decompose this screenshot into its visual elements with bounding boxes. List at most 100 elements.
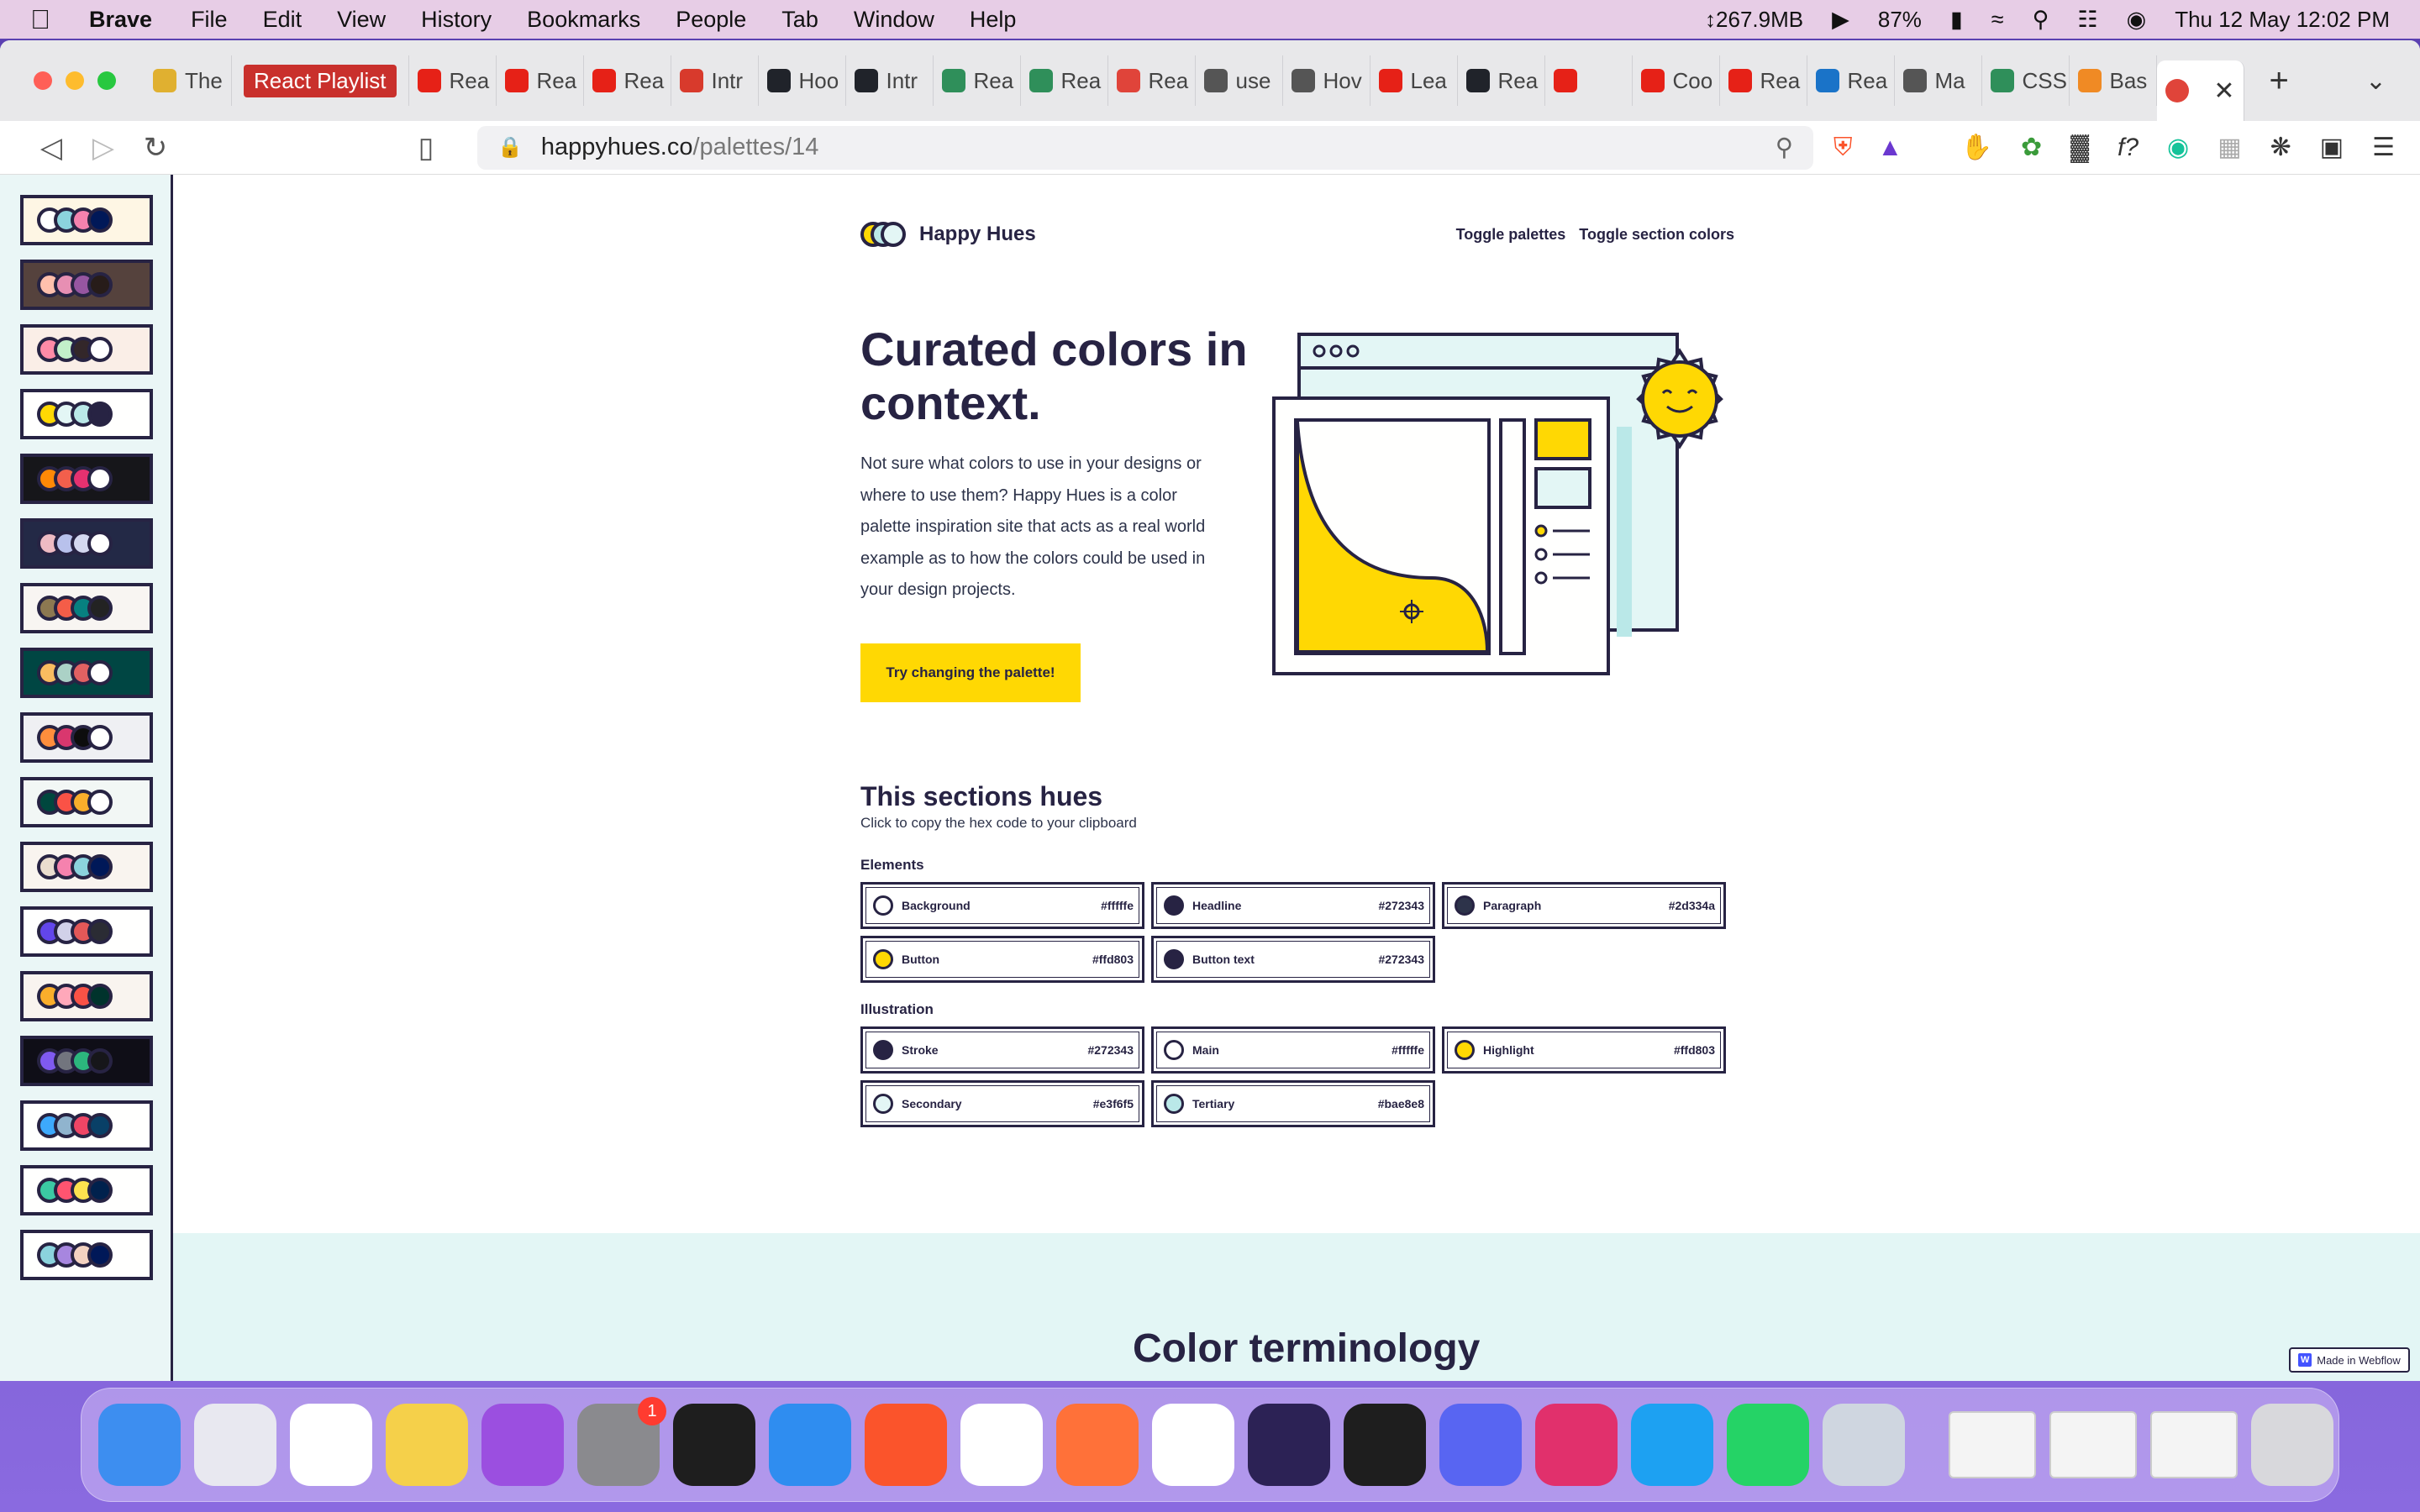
made-in-webflow-badge[interactable]: W Made in Webflow [2289,1347,2410,1373]
tab-item[interactable]: Intr [671,55,759,106]
extensions-puzzle-icon[interactable]: ❋ [2270,133,2291,162]
color-picker-extension-icon[interactable]: ✿ [2021,133,2042,162]
menu-tab[interactable]: Tab [781,7,818,33]
system-preferences-icon[interactable]: 1 [577,1397,666,1486]
tab-item[interactable]: Rea [1720,55,1807,106]
siri-icon[interactable]: ◉ [2127,7,2147,33]
twitter-icon[interactable] [1631,1404,1713,1486]
try-changing-palette-button[interactable]: Try changing the palette! [860,643,1081,702]
new-tab-button[interactable]: + [2270,62,2289,100]
tab-item[interactable]: Rea [584,55,671,106]
tab-item[interactable]: Rea [1021,55,1108,106]
menu-bookmarks[interactable]: Bookmarks [527,7,640,33]
fullscreen-window-button[interactable] [97,71,116,90]
bookmark-icon[interactable]: ▯ [400,131,452,165]
menu-view[interactable]: View [337,7,386,33]
tab-item[interactable]: Rea [497,55,584,106]
palette-swatch[interactable] [20,906,153,957]
palette-swatch[interactable] [20,518,153,569]
grid-extension-icon[interactable]: ▦ [2217,133,2241,162]
hue-chip[interactable]: Secondary #e3f6f5 [860,1080,1144,1127]
minimized-window-thumbnail[interactable] [1949,1411,2036,1478]
instagram-icon[interactable] [1535,1404,1618,1486]
battery-icon[interactable]: ▮ [1950,7,1963,33]
tab-item[interactable]: Rea [1458,55,1545,106]
palette-swatch[interactable] [20,712,153,763]
eclipse-icon[interactable] [1248,1404,1330,1486]
hue-chip[interactable]: Main #fffffe [1151,1026,1435,1074]
tab-item[interactable]: CSS [1982,55,2070,106]
spotlight-icon[interactable]: ⚲ [2033,7,2049,33]
chrome-icon[interactable] [960,1404,1043,1486]
palette-swatch[interactable] [20,389,153,439]
tab-item[interactable]: Rea [409,55,497,106]
hue-chip[interactable]: Button text #272343 [1151,936,1435,983]
minimize-window-button[interactable] [66,71,84,90]
hue-chip[interactable]: Stroke #272343 [860,1026,1144,1074]
preview-icon[interactable] [1823,1404,1905,1486]
menu-window[interactable]: Window [854,7,934,33]
clock[interactable]: Thu 12 May 12:02 PM [2175,7,2390,33]
hue-chip[interactable]: Button #ffd803 [860,936,1144,983]
menu-history[interactable]: History [421,7,492,33]
vscode-icon[interactable] [1152,1404,1234,1486]
palette-swatch[interactable] [20,648,153,698]
tab-happy-hues-active[interactable]: ✕ [2156,60,2244,121]
browser-menu-icon[interactable]: ☰ [2372,133,2395,162]
memory-status[interactable]: ↕267.9MB [1705,7,1803,33]
tab-item[interactable]: Intr [846,55,934,106]
terminal-icon[interactable] [1344,1404,1426,1486]
brave-shields-icon[interactable]: ⛨ [1833,134,1853,162]
tab-item[interactable]: Coo [1633,55,1720,106]
palette-swatch[interactable] [20,324,153,375]
zoom-icon[interactable]: ⚲ [1776,133,1793,162]
whatsapp-icon[interactable] [1727,1404,1809,1486]
palette-swatch[interactable] [20,842,153,892]
palette-swatch[interactable] [20,777,153,827]
grammarly-icon[interactable]: ◉ [2167,133,2189,162]
tab-item[interactable]: Ma [1895,55,1982,106]
tab-item[interactable]: Rea [934,55,1021,106]
minimized-window-thumbnail[interactable] [2049,1411,2137,1478]
discord-icon[interactable] [1439,1404,1522,1486]
now-playing-icon[interactable]: ▶ [1832,7,1849,33]
address-bar[interactable]: 🔒 happyhues.co /palettes/14 ⚲ [477,125,1813,170]
activity-monitor-icon[interactable] [673,1404,755,1486]
function-extension-icon[interactable]: f? [2118,134,2139,162]
tab-item[interactable]: use [1196,55,1283,106]
finder-icon[interactable] [98,1404,181,1486]
palette-swatch[interactable] [20,195,153,245]
toggle-section-colors-link[interactable]: Toggle section colors [1579,226,1734,244]
toggle-palettes-link[interactable]: Toggle palettes [1456,226,1566,244]
menu-help[interactable]: Help [970,7,1017,33]
brave-rewards-icon[interactable]: ▲ [1878,134,1903,162]
notes-icon[interactable] [386,1404,468,1486]
hue-chip[interactable]: Headline #272343 [1151,882,1435,929]
back-button[interactable]: ◁ [25,131,77,165]
tab-react-playlist[interactable]: React Playlist [232,55,409,106]
launchpad-icon[interactable] [194,1404,276,1486]
tab-search-chevron-icon[interactable]: ⌄ [2365,66,2386,96]
tab-item[interactable]: Rea [1108,55,1196,106]
brave-icon[interactable] [865,1404,947,1486]
site-logo[interactable]: Happy Hues [860,222,1036,247]
safari-icon[interactable] [769,1404,851,1486]
podcasts-icon[interactable] [481,1404,564,1486]
palette-swatch[interactable] [20,1230,153,1280]
menu-people[interactable]: People [676,7,746,33]
tab-item[interactable]: Hoo [759,55,846,106]
palette-swatch[interactable] [20,971,153,1021]
menu-file[interactable]: File [191,7,228,33]
adblock-extension-icon[interactable]: ✋ [1961,133,1992,162]
hue-chip[interactable]: Tertiary #bae8e8 [1151,1080,1435,1127]
tab-item[interactable]: Rea [1807,55,1895,106]
hue-chip[interactable]: Paragraph #2d334a [1442,882,1726,929]
reload-button[interactable]: ↻ [129,131,182,165]
palette-swatch[interactable] [20,583,153,633]
forward-button[interactable]: ▷ [77,131,129,165]
tab-item[interactable]: Hov [1283,55,1370,106]
palette-swatch[interactable] [20,1165,153,1215]
minimized-window-thumbnail[interactable] [2150,1411,2238,1478]
hue-chip[interactable]: Highlight #ffd803 [1442,1026,1726,1074]
close-tab-icon[interactable]: ✕ [2213,76,2234,106]
